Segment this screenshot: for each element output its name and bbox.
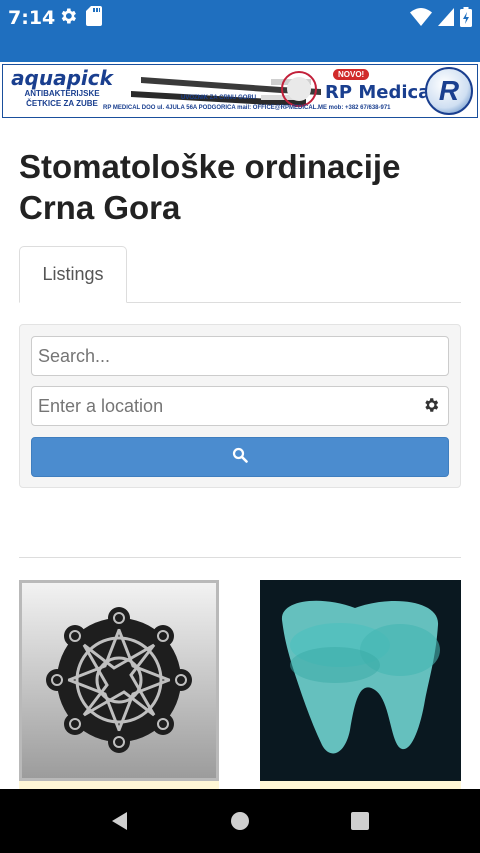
wifi-icon: [410, 8, 432, 31]
listing-card-footer: [260, 781, 461, 789]
banner-company: RP Medical: [325, 82, 437, 103]
banner-new-badge: NOVO!: [333, 69, 370, 80]
status-time: 7:14: [8, 7, 56, 29]
status-bar: 7:14: [0, 0, 480, 62]
back-button[interactable]: [106, 807, 134, 835]
location-input[interactable]: [31, 386, 449, 426]
status-icons-right: [410, 7, 472, 32]
home-icon: [231, 812, 249, 830]
gear-icon: [58, 6, 78, 31]
listing-card-image[interactable]: [260, 580, 461, 781]
search-icon: [232, 447, 248, 468]
search-input[interactable]: [31, 336, 449, 376]
search-panel: [19, 324, 461, 488]
geometric-ornament-image: [46, 607, 192, 753]
listing-card-image[interactable]: [19, 580, 219, 781]
rp-medical-logo: R: [425, 67, 473, 115]
gear-icon[interactable]: [422, 396, 440, 419]
banner-brand-sub-1: ANTIBAKTERIJSKE: [24, 89, 100, 98]
signal-icon: [438, 8, 454, 31]
banner-address: RP MEDICAL DOO ul. 4JULA 56A PODGORICA m…: [103, 105, 391, 111]
back-icon: [112, 812, 127, 830]
banner-brand-block: aquapick ANTIBAKTERIJSKE ČETKICE ZA ZUBE: [7, 67, 117, 109]
battery-charging-icon: [460, 7, 472, 32]
recents-icon: [351, 812, 369, 830]
banner-brand: aquapick: [11, 66, 113, 90]
section-divider: [19, 557, 461, 558]
tab-listings[interactable]: Listings: [19, 246, 127, 303]
teal-tooth-image: [281, 600, 440, 754]
recents-button[interactable]: [346, 807, 374, 835]
sd-card-icon: [86, 6, 102, 31]
home-button[interactable]: [226, 807, 254, 835]
search-button[interactable]: [31, 437, 449, 477]
page-title: Stomatološke ordinacije Crna Gora: [19, 148, 401, 226]
listing-card-footer: [19, 781, 219, 789]
status-icons-left: [58, 6, 102, 31]
navigation-bar: [0, 789, 480, 853]
ad-banner[interactable]: aquapick ANTIBAKTERIJSKE ČETKICE ZA ZUBE…: [2, 64, 478, 118]
banner-importer: UVOZNIK ZA CRNU GORU: [181, 95, 257, 101]
banner-brand-sub-2: ČETKICE ZA ZUBE: [26, 99, 98, 108]
